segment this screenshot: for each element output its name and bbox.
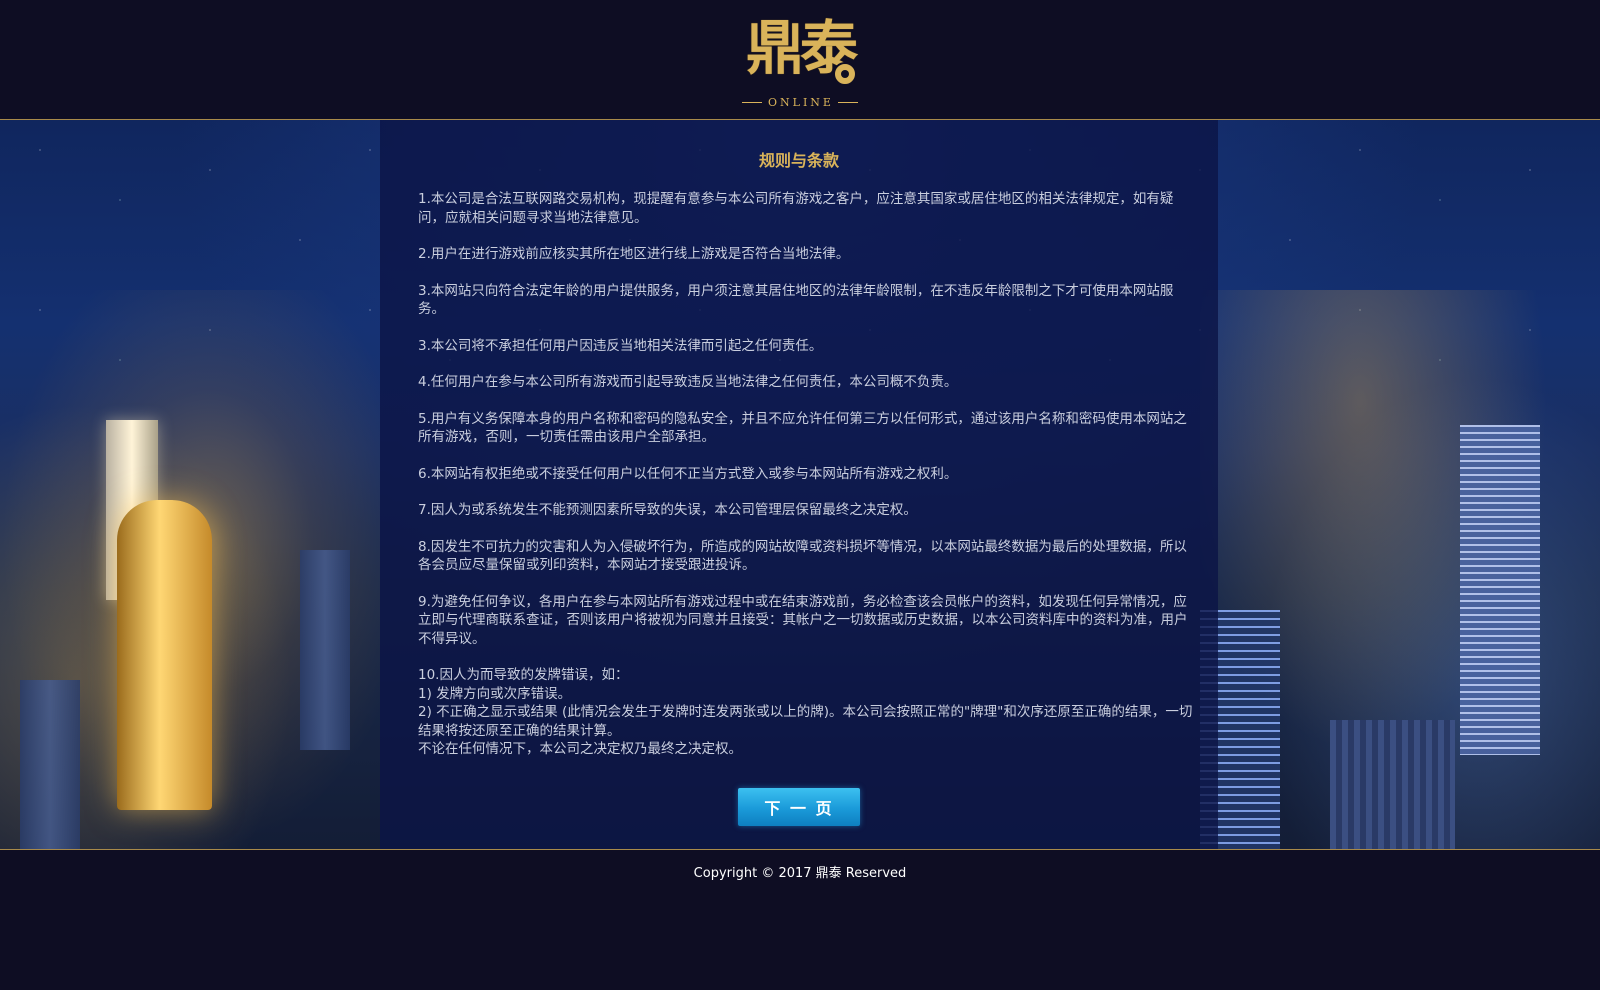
term-10-point-2: 2) 不正确之显示或结果 (此情况会发生于发牌时连发两张或以上的牌)。本公司会按… bbox=[418, 704, 1193, 739]
site-footer: Copyright © 2017 鼎泰 Reserved bbox=[0, 850, 1600, 990]
next-page-button[interactable]: 下 一 页 bbox=[738, 788, 860, 826]
logo-subtitle: ONLINE bbox=[768, 95, 834, 109]
building bbox=[300, 550, 350, 750]
term-item: 1.本公司是合法互联网路交易机构，现提醒有意参与本公司所有游戏之客户，应注意其国… bbox=[418, 191, 1174, 226]
logo-subtitle-row: ONLINE bbox=[734, 94, 866, 110]
term-item: 5.用户有义务保障本身的用户名称和密码的隐私安全，并且不应允许任何第三方以任何形… bbox=[418, 410, 1187, 446]
term-item: 3.本网站只向符合法定年龄的用户提供服务，用户须注意其居住地区的法律年龄限制，在… bbox=[418, 282, 1174, 318]
terms-panel: 规则与条款 1.本公司是合法互联网路交易机构，现提醒有意参与本公司所有游戏之客户… bbox=[380, 120, 1218, 849]
site-logo[interactable]: 鼎泰 ONLINE bbox=[734, 10, 866, 110]
copyright-text: Copyright © 2017 鼎泰 Reserved bbox=[693, 866, 907, 881]
term-item: 6.本网站有权拒绝或不接受任何用户以任何不正当方式登入或参与本网站所有游戏之权利… bbox=[418, 465, 958, 482]
billiard-ball-icon bbox=[833, 62, 857, 86]
logo-divider-left bbox=[742, 101, 763, 103]
term-item-10: 10.因人为而导致的发牌错误，如： 1) 发牌方向或次序错误。 2) 不正确之显… bbox=[418, 666, 1194, 759]
terms-list: 1.本公司是合法互联网路交易机构，现提醒有意参与本公司所有游戏之客户，应注意其国… bbox=[418, 190, 1194, 777]
terms-title: 规则与条款 bbox=[758, 151, 839, 170]
building bbox=[1330, 720, 1455, 849]
building-glass-tower bbox=[1460, 425, 1540, 755]
building-gold-tower bbox=[117, 500, 212, 810]
term-item: 4.任何用户在参与本公司所有游戏而引起导致违反当地法律之任何责任，本公司概不负责… bbox=[418, 374, 958, 390]
logo-divider-right bbox=[837, 101, 858, 103]
term-item: 3.本公司将不承担任何用户因违反当地相关法律而引起之任何责任。 bbox=[418, 337, 823, 354]
term-10-intro: 10.因人为而导致的发牌错误，如： bbox=[418, 667, 629, 683]
site-header: 鼎泰 ONLINE bbox=[0, 0, 1600, 120]
term-item: 7.因人为或系统发生不能预测因素所导致的失误，本公司管理层保留最终之决定权。 bbox=[418, 502, 917, 518]
building bbox=[20, 680, 80, 849]
term-item: 8.因发生不可抗力的灾害和人为入侵破坏行为，所造成的网站故障或资料损坏等情况，以… bbox=[418, 538, 1187, 574]
term-item: 2.用户在进行游戏前应核实其所在地区进行线上游戏是否符合当地法律。 bbox=[418, 246, 850, 262]
term-item: 9.为避免任何争议，各用户在参与本网站所有游戏过程中或在结束游戏前，务必检查该会… bbox=[418, 593, 1188, 647]
term-10-closing: 不论在任何情况下，本公司之决定权乃最终之决定权。 bbox=[418, 741, 742, 757]
term-10-point-1: 1) 发牌方向或次序错误。 bbox=[418, 685, 572, 702]
